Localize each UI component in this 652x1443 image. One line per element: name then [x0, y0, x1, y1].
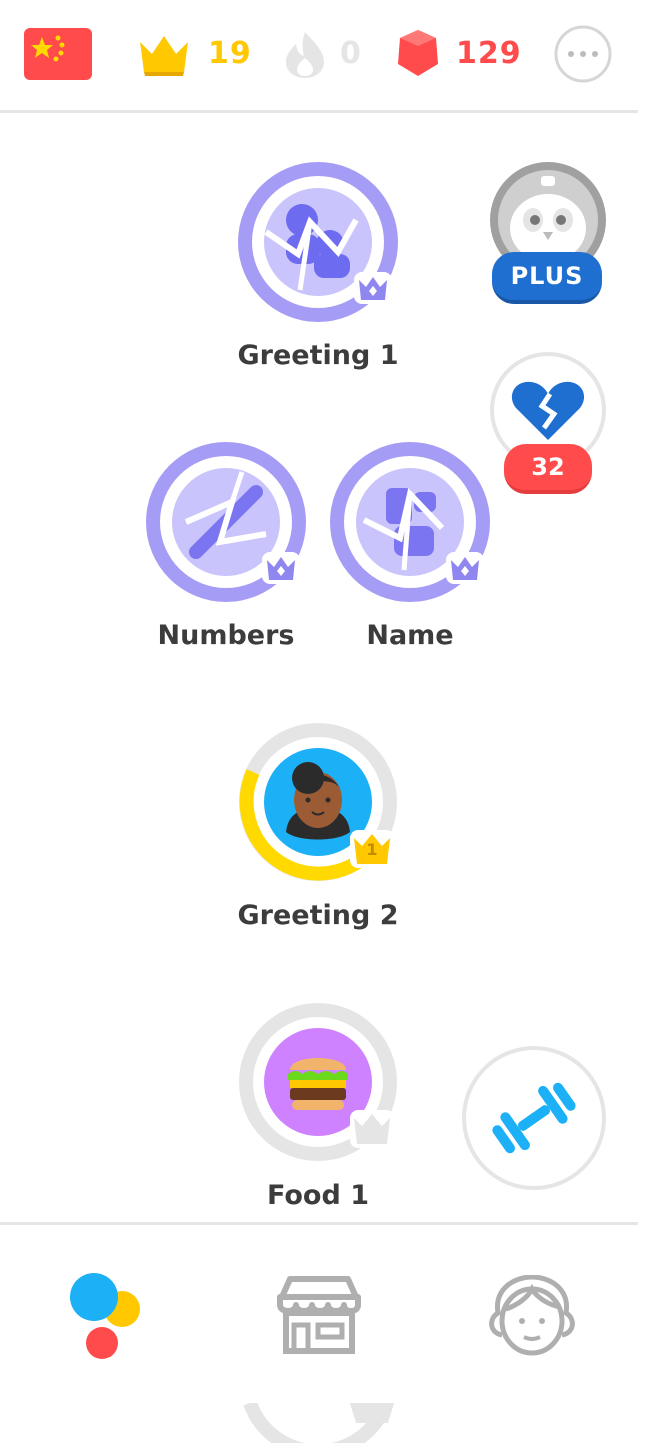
course-flag-button[interactable] — [24, 28, 92, 80]
crowns-count: 19 — [208, 36, 252, 71]
streak-counter[interactable]: 0 — [282, 28, 372, 80]
nav-shop[interactable] — [272, 1273, 366, 1357]
cracked-crown-icon — [446, 552, 484, 584]
nav-learn[interactable] — [60, 1269, 150, 1359]
skill-food-1[interactable] — [238, 1002, 398, 1162]
crown-level-badge: 1 — [350, 830, 394, 868]
next-skill-partial-icon — [243, 1403, 394, 1443]
gem-icon — [398, 30, 438, 76]
plus-button[interactable]: PLUS — [488, 162, 608, 304]
china-flag-icon — [24, 28, 92, 80]
skill-greeting-1[interactable] — [238, 162, 398, 322]
skill-greeting-2[interactable]: 1 — [238, 722, 398, 882]
cracked-crown-icon — [262, 552, 300, 584]
hearts-button[interactable]: 32 — [490, 352, 608, 497]
top-bar: 19 0 129 — [0, 0, 638, 113]
skill-numbers[interactable] — [146, 442, 306, 602]
dumbbell-icon — [462, 1046, 606, 1190]
skill-label: Food 1 — [267, 1180, 369, 1211]
shop-icon — [277, 1276, 361, 1354]
profile-icon — [489, 1274, 575, 1356]
crown-icon — [140, 36, 188, 76]
more-button[interactable] — [554, 25, 612, 83]
practice-button[interactable] — [462, 1046, 606, 1190]
empty-crown-icon — [350, 1110, 394, 1148]
nav-profile[interactable] — [484, 1274, 580, 1359]
more-horizontal-icon — [554, 25, 612, 83]
skill-label: Greeting 2 — [237, 900, 399, 931]
streak-count: 0 — [340, 36, 362, 71]
crown-level: 1 — [366, 840, 378, 859]
skill-label: Name — [366, 620, 454, 651]
streak-flame-icon — [286, 32, 324, 78]
crowns-counter[interactable]: 19 — [136, 30, 256, 80]
bottom-nav — [0, 1222, 638, 1443]
gems-counter[interactable]: 129 — [396, 28, 526, 80]
gems-count: 129 — [456, 36, 522, 71]
cracked-crown-icon — [354, 272, 392, 304]
skill-name[interactable] — [330, 442, 490, 602]
plus-badge: PLUS — [492, 252, 602, 304]
hearts-count: 32 — [504, 444, 592, 494]
learn-icon — [70, 1273, 140, 1359]
skill-label: Greeting 1 — [237, 340, 399, 371]
